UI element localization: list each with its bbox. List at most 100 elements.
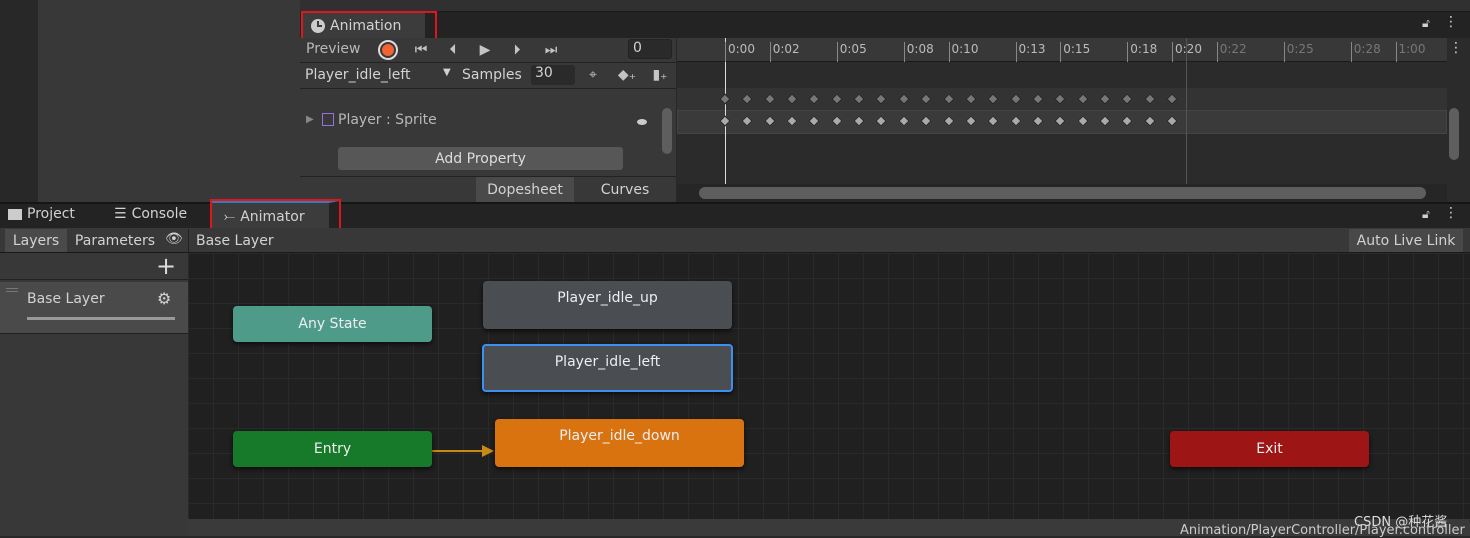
animation-tabbar (300, 12, 1470, 38)
keyframe-dot-icon[interactable] (637, 119, 647, 125)
expand-arrow-icon[interactable]: ▶ (306, 114, 314, 125)
add-property-label: Add Property (435, 150, 526, 167)
state-entry[interactable]: Entry (233, 431, 432, 467)
state-label: Exit (1256, 441, 1283, 457)
tab-project[interactable]: Project (8, 206, 75, 222)
breadcrumb-item: Base Layer (196, 232, 274, 249)
clip-end-line (1186, 38, 1187, 184)
state-label: Player_idle_left (554, 354, 661, 370)
auto-live-link-button[interactable]: Auto Live Link (1349, 229, 1463, 252)
tick-mark (836, 42, 838, 62)
tab-label: Project (27, 206, 75, 222)
add-keyframe-icon[interactable]: ◆₊ (612, 64, 642, 86)
tab-layers[interactable]: Layers (5, 229, 67, 252)
tab-animator[interactable]: ⤚ Animator (210, 199, 341, 232)
state-label: Any State (298, 316, 367, 332)
drag-handle-icon[interactable] (6, 288, 18, 292)
tick-label: 0:08 (906, 42, 934, 56)
tick-label: 0:25 (1286, 42, 1314, 56)
gear-icon[interactable]: ⚙ (157, 289, 171, 308)
tick-label: 0:02 (772, 42, 800, 56)
tab-label: Animation (330, 18, 402, 34)
tick-label: 0:13 (1018, 42, 1046, 56)
tick-label: 0:00 (728, 42, 755, 56)
state-any-state[interactable]: Any State (233, 306, 432, 342)
more-menu-icon[interactable]: ⋮ (1444, 14, 1458, 30)
tick-mark (1015, 42, 1017, 62)
first-frame-button[interactable]: ⏮︎ (406, 40, 436, 60)
dopesheet-label: Dopesheet (487, 181, 563, 198)
lock-icon[interactable]: 🔓︎ (1422, 207, 1430, 222)
tick-label: 0:10 (951, 42, 979, 56)
next-frame-button[interactable]: ⏵︎ (502, 40, 532, 60)
layers-label: Layers (12, 232, 60, 249)
state-player-idle-left[interactable]: Player_idle_left (482, 344, 733, 392)
state-exit[interactable]: Exit (1170, 431, 1369, 467)
timeline-scrollbar[interactable] (699, 187, 1426, 199)
record-button[interactable] (378, 40, 398, 60)
parameters-label: Parameters (74, 232, 156, 249)
tick-mark (948, 42, 950, 62)
property-row[interactable]: Player : Sprite (338, 112, 437, 128)
last-frame-button[interactable]: ⏭︎ (536, 40, 566, 60)
tab-label: Animator (240, 208, 305, 225)
tick-mark (1283, 42, 1285, 62)
animator-graph[interactable] (188, 253, 1470, 519)
tick-label: 0:15 (1063, 42, 1091, 56)
tick-label: 1:00 (1398, 42, 1426, 56)
state-label: Entry (313, 441, 352, 457)
lock-icon[interactable]: 🔓︎ (1422, 16, 1430, 31)
layer-name: Base Layer (27, 291, 105, 307)
clip-dropdown[interactable]: Player_idle_left (305, 67, 457, 83)
more-menu-icon[interactable]: ⋮ (1449, 40, 1463, 56)
more-menu-icon[interactable]: ⋮ (1444, 205, 1458, 221)
tick-mark (1395, 42, 1397, 62)
state-player-idle-up[interactable]: Player_idle_up (483, 281, 732, 329)
state-player-idle-down[interactable]: Player_idle_down (495, 419, 744, 467)
add-property-button[interactable]: Add Property (338, 147, 623, 170)
tick-mark (1127, 42, 1129, 62)
eye-icon[interactable]: 👁︎ (165, 231, 183, 247)
samples-label: Samples (462, 67, 522, 83)
tab-label: Console (131, 206, 188, 222)
tick-mark (1216, 42, 1218, 62)
preview-toggle[interactable]: Preview (306, 41, 361, 57)
layer-item[interactable]: Base Layer ⚙ (0, 282, 188, 334)
auto-live-link-label: Auto Live Link (1356, 232, 1456, 249)
transition-arrow[interactable] (430, 440, 500, 460)
timeline-vscroll[interactable] (1449, 108, 1459, 160)
dopesheet-timeline[interactable]: ⋮ 0:00 0:02 0:05 0:08 0:10 0:13 0:15 0:18 0:20 0:… (677, 38, 1470, 202)
tick-label: 0:18 (1130, 42, 1158, 56)
tick-label: 0:05 (839, 42, 867, 56)
folder-icon (8, 208, 22, 220)
prev-frame-button[interactable]: ⏴︎ (438, 40, 468, 60)
state-label: Player_idle_up (557, 290, 658, 306)
tick-mark (903, 42, 905, 62)
left-panel (0, 0, 300, 202)
breadcrumb[interactable]: Base Layer (188, 229, 288, 252)
play-button[interactable]: ▶︎ (470, 40, 500, 60)
clock-icon (311, 19, 325, 33)
tab-dopesheet[interactable]: Dopesheet (476, 177, 574, 202)
tab-console[interactable]: ☰ Console (114, 206, 187, 222)
tick-label: 0:28 (1353, 42, 1381, 56)
samples-input[interactable]: 30 (531, 65, 575, 85)
tick-mark (1060, 42, 1062, 62)
chevron-down-icon: ▼ (443, 67, 451, 78)
tab-curves[interactable]: Curves (575, 177, 675, 202)
properties-scrollbar[interactable] (662, 108, 672, 154)
animator-icon: ⤚ (224, 208, 236, 225)
crosshair-icon[interactable]: ⌖ (580, 64, 606, 86)
tick-mark (769, 42, 771, 62)
tab-parameters[interactable]: Parameters (68, 229, 162, 252)
tick-label: 0:20 (1175, 42, 1202, 56)
add-layer-button[interactable]: + (156, 252, 176, 280)
frame-input[interactable]: 0 (628, 39, 672, 59)
tab-animation[interactable]: Animation (301, 11, 437, 41)
tick-mark (1172, 42, 1173, 62)
sprite-renderer-icon (322, 113, 334, 126)
curves-label: Curves (600, 181, 650, 198)
tick-mark (725, 42, 726, 62)
add-event-icon[interactable]: ▮₊ (646, 64, 674, 86)
top-ruler (300, 0, 1470, 12)
